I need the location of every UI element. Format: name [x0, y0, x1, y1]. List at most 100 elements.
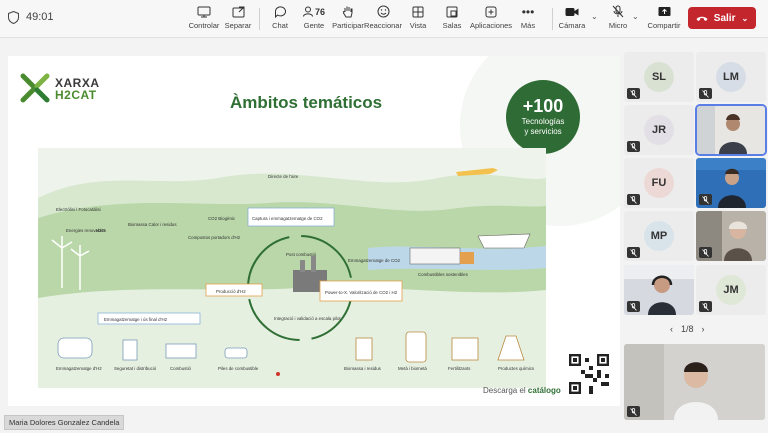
rooms-icon — [446, 3, 458, 20]
mic-options-chevron-icon[interactable]: ⌄ — [632, 12, 639, 21]
rooms-button[interactable]: Salas — [441, 3, 463, 35]
page-indicator: 1/8 — [681, 324, 694, 334]
participant-video — [624, 344, 765, 420]
meeting-timer: 49:01 — [26, 11, 54, 23]
label-seguretat: Seguretat i distribució — [114, 366, 157, 371]
mic-muted-icon — [699, 194, 712, 205]
share-screen-icon — [658, 3, 671, 20]
smiley-icon — [377, 3, 390, 20]
label-emmag-co2: Emmagatzematge de CO2 — [348, 258, 401, 263]
technologies-badge: +100 Tecnologías y servicios — [506, 80, 580, 154]
plus-icon — [485, 3, 497, 20]
microphone-button[interactable]: Micro — [607, 3, 629, 35]
gallery-pager: ‹ 1/8 › — [670, 324, 705, 334]
mic-muted-icon — [627, 406, 640, 417]
participant-video-4[interactable] — [624, 265, 694, 315]
participant-video — [697, 106, 765, 154]
laser-pointer-dot — [276, 372, 280, 376]
view-button[interactable]: Vista — [408, 3, 428, 35]
label-emmag-h2: Emmagatzematge i ús final d'H2 — [104, 317, 168, 322]
controlar-button[interactable]: Controlar — [188, 3, 220, 35]
separar-button[interactable]: Separar — [224, 3, 252, 35]
chevron-right-icon[interactable]: › — [702, 324, 705, 334]
badge-line-2: y servicios — [524, 127, 562, 136]
label-meta: Metà i biometà — [398, 366, 427, 371]
label-piles: Piles de combustible — [218, 366, 259, 371]
more-icon: ••• — [521, 4, 535, 19]
avatar: FU — [644, 168, 674, 198]
chat-button[interactable]: Chat — [268, 3, 292, 35]
shared-screen-stage: XARXA H2CAT Àmbitos temáticos +100 Tecno… — [0, 38, 622, 418]
chat-icon — [274, 3, 287, 20]
leave-options-chevron-icon[interactable]: ⌄ — [741, 14, 748, 23]
qr-code — [569, 354, 609, 394]
label-emmag-bottom: Emmagatzematge d'H2 — [56, 366, 102, 371]
hand-icon — [342, 3, 354, 20]
label-electrolisi: Electròlisi / Fotocatàlisi — [56, 207, 101, 212]
participant-tile-fu[interactable]: FU — [624, 158, 694, 208]
label-productes: Productes químics — [498, 366, 535, 371]
label-biomassa-calor: Biomassa Calor i residus — [128, 222, 177, 227]
participant-video-3[interactable] — [696, 211, 766, 261]
label-produccio: Producció d'H2 — [216, 289, 246, 294]
avatar: MP — [644, 221, 674, 251]
camera-options-chevron-icon[interactable]: ⌄ — [591, 12, 598, 21]
catalog-link[interactable]: catálogo — [528, 386, 561, 395]
label-h2o: H2O — [96, 228, 106, 233]
mic-muted-icon — [627, 247, 640, 258]
thematic-areas-illustration: Electròlisi / Fotocatàlisi Energies reno… — [38, 148, 546, 388]
toolbar-divider — [259, 8, 260, 30]
mic-muted-icon — [627, 301, 640, 312]
avatar: JM — [716, 275, 746, 305]
leave-button[interactable]: Salir ⌄ — [688, 7, 756, 29]
react-button[interactable]: Reaccionar — [364, 3, 402, 35]
participant-video-2[interactable] — [696, 158, 766, 208]
grid-icon — [412, 3, 424, 20]
people-button[interactable]: 76 Gente — [299, 3, 329, 35]
participant-tile-sl[interactable]: SL — [624, 52, 694, 102]
participant-tile-jr[interactable]: JR — [624, 105, 694, 155]
microphone-off-icon — [612, 3, 624, 20]
label-compostos: Compostos portadors d'H2 — [188, 235, 241, 240]
participant-tile-mp[interactable]: MP — [624, 211, 694, 261]
presentation-slide: XARXA H2CAT Àmbitos temáticos +100 Tecno… — [8, 56, 620, 406]
people-icon: 76 — [302, 3, 325, 20]
raise-hand-button[interactable]: Participar — [332, 3, 364, 35]
mic-muted-icon — [627, 88, 640, 99]
label-combustio: Combustió — [170, 366, 192, 371]
label-captura: Captura i emmagatzematge de CO2 — [252, 216, 323, 221]
chevron-left-icon[interactable]: ‹ — [670, 324, 673, 334]
label-combustibles-sost: Combustibles sostenibles — [418, 272, 469, 277]
mic-muted-icon — [699, 247, 712, 258]
badge-line-1: Tecnologías — [521, 117, 565, 126]
mic-muted-icon — [699, 88, 712, 99]
apps-button[interactable]: Aplicaciones — [470, 3, 512, 35]
participant-tile-lm[interactable]: LM — [696, 52, 766, 102]
badge-number: +100 — [522, 96, 564, 116]
camera-button[interactable]: Cámara — [559, 3, 585, 35]
video-camera-icon — [565, 3, 579, 20]
xarxa-h2cat-logo: XARXA H2CAT — [19, 72, 99, 108]
share-button[interactable]: Compartir — [648, 3, 680, 35]
logo-mark-icon — [20, 73, 50, 103]
label-post-combustio: Post combustió — [286, 252, 317, 257]
toolbar-divider — [552, 8, 553, 30]
avatar: LM — [716, 62, 746, 92]
label-directe-aire: Directe de l'aire — [268, 174, 299, 179]
self-view-video[interactable] — [624, 344, 765, 420]
mic-muted-icon — [627, 141, 640, 152]
label-integracio: Integració i validació a escala pilot — [274, 316, 341, 321]
mic-muted-icon — [699, 301, 712, 312]
presenter-name-tag: Maria Dolores Gonzalez Candela — [4, 415, 125, 430]
slide-title: Àmbitos temáticos — [230, 93, 383, 112]
more-button[interactable]: ••• Más — [518, 3, 538, 35]
pop-out-icon — [232, 3, 245, 20]
label-biomassa-res: Biomassa i residus — [344, 366, 382, 371]
label-fertilitzants: Fertilitzants — [448, 366, 471, 371]
participant-tile-jm[interactable]: JM — [696, 265, 766, 315]
label-co2-biogenic: CO2 Biogènic — [208, 216, 236, 221]
meeting-toolbar: 49:01 Controlar Separar Chat 76 Gente Pa… — [0, 0, 768, 38]
shield-icon — [8, 11, 19, 24]
participant-video-speaking[interactable] — [695, 104, 767, 156]
mic-muted-icon — [627, 194, 640, 205]
